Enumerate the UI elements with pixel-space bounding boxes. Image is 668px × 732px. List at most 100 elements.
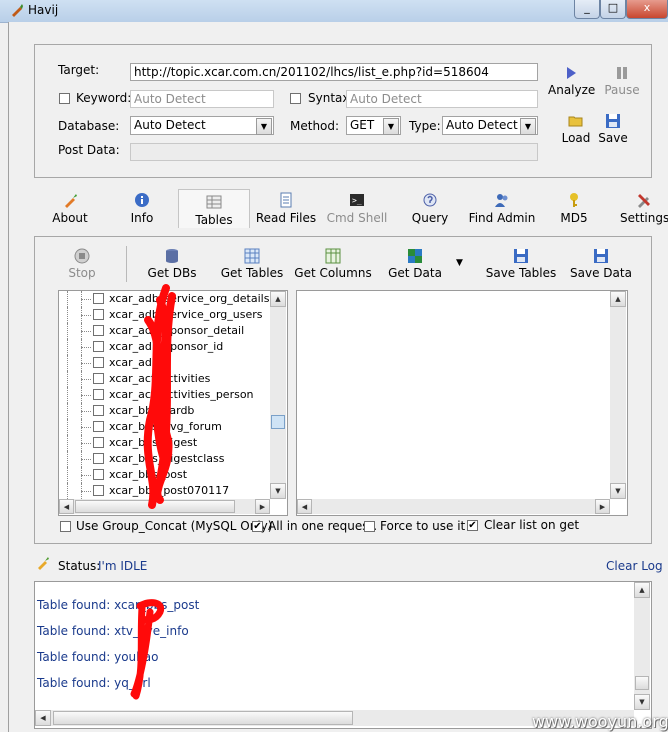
tab-cmd-shell-label: Cmd Shell	[326, 211, 388, 225]
pause-button[interactable]: Pause	[600, 65, 644, 97]
tree-item[interactable]: xcar_bbs_cardb	[59, 403, 269, 419]
save-data-label: Save Data	[570, 266, 632, 280]
tree-item[interactable]: xcar_act_activities	[59, 371, 269, 387]
scroll-right-arrow[interactable]: ▶	[255, 499, 270, 514]
columns-list[interactable]: ▲ ▼ ◀ ▶	[296, 290, 628, 516]
scroll-left-arrow[interactable]: ◀	[59, 499, 74, 514]
log-panel[interactable]: Table found: xcar_bbs_post Table found: …	[34, 581, 652, 729]
tree-item-checkbox[interactable]	[93, 389, 104, 400]
tree-connector	[81, 427, 91, 428]
tree-item-checkbox[interactable]	[93, 421, 104, 432]
tree-item-checkbox[interactable]	[93, 405, 104, 416]
tab-info[interactable]: Info	[122, 192, 162, 225]
tree-item[interactable]: xcar_bbs_digestclass	[59, 451, 269, 467]
close-button[interactable]: x	[626, 0, 668, 19]
scroll-right-arrow[interactable]: ▶	[595, 499, 610, 514]
force-use-checkbox[interactable]	[364, 521, 375, 532]
keyword-checkbox[interactable]	[59, 93, 70, 104]
get-dbs-button[interactable]: Get DBs	[144, 248, 200, 280]
carrot-icon	[62, 192, 78, 208]
tree-item-checkbox[interactable]	[93, 357, 104, 368]
log-vertical-scrollbar[interactable]: ▲ ▼	[634, 582, 650, 710]
database-select[interactable]: Auto Detect ▼	[130, 116, 274, 135]
get-tables-button[interactable]: Get Tables	[218, 248, 286, 280]
scroll-up-arrow[interactable]: ▲	[610, 291, 626, 307]
group-concat-checkbox[interactable]	[60, 521, 71, 532]
tree-item[interactable]: xcar_adb_service_org_details	[59, 291, 269, 307]
analyze-button[interactable]: Analyze	[548, 65, 595, 97]
tab-md5[interactable]: MD5	[556, 192, 592, 225]
keyword-input[interactable]: Auto Detect	[130, 90, 274, 108]
scroll-thumb[interactable]	[75, 500, 235, 513]
tab-query[interactable]: Query	[408, 192, 452, 225]
clear-list-checkbox[interactable]: ✔	[467, 520, 478, 531]
get-columns-button[interactable]: Get Columns	[294, 248, 372, 280]
scroll-down-arrow[interactable]: ▼	[634, 694, 650, 710]
tables-tree[interactable]: xcar_adb_service_org_details xcar_adb_ser…	[58, 290, 288, 516]
tree-item-checkbox[interactable]	[93, 341, 104, 352]
tree-item[interactable]: xcar_act_activities_person	[59, 387, 269, 403]
method-select[interactable]: GET ▼	[346, 116, 401, 135]
tab-find-admin[interactable]: Find Admin	[466, 192, 538, 225]
tree-item[interactable]: xcar_ad	[59, 355, 269, 371]
info-icon	[134, 192, 150, 208]
tab-settings[interactable]: Settings	[620, 192, 668, 225]
load-label: Load	[561, 131, 591, 145]
tree-item[interactable]: xcar_bbs_post070117	[59, 483, 269, 499]
get-data-button[interactable]: Get Data	[386, 248, 444, 280]
scroll-up-arrow[interactable]: ▲	[270, 291, 286, 307]
tab-tables[interactable]: Tables	[178, 189, 250, 228]
tree-item-checkbox[interactable]	[93, 469, 104, 480]
postdata-label: Post Data:	[58, 143, 120, 157]
database-select-value: Auto Detect	[134, 118, 206, 132]
type-select[interactable]: Auto Detect ▼	[442, 116, 538, 135]
syntax-checkbox[interactable]	[290, 93, 301, 104]
tree-item[interactable]: xcar_bbs_digest	[59, 435, 269, 451]
scroll-left-arrow[interactable]: ◀	[35, 710, 51, 726]
scroll-thumb[interactable]	[271, 415, 285, 429]
scroll-up-arrow[interactable]: ▲	[634, 582, 650, 598]
tools-icon	[636, 192, 652, 208]
syntax-input[interactable]: Auto Detect	[346, 90, 538, 108]
get-data-dropdown-arrow[interactable]: ▼	[456, 258, 463, 268]
maximize-button[interactable]: □	[600, 0, 626, 19]
save-data-button[interactable]: Save Data	[570, 248, 632, 280]
save-button[interactable]: Save	[596, 113, 630, 145]
tree-item[interactable]: xcar_adb_sponsor_id	[59, 339, 269, 355]
tab-cmd-shell[interactable]: >_ Cmd Shell	[324, 192, 390, 225]
tab-read-files[interactable]: Read Files	[254, 192, 318, 225]
tree-item-checkbox[interactable]	[93, 485, 104, 496]
scroll-left-arrow[interactable]: ◀	[297, 499, 312, 514]
load-button[interactable]: Load	[558, 113, 594, 145]
tree-item-checkbox[interactable]	[93, 293, 104, 304]
tree-item[interactable]: xcar_adb_sponsor_detail	[59, 323, 269, 339]
all-in-one-checkbox[interactable]: ✔	[252, 521, 263, 532]
scroll-thumb[interactable]	[635, 676, 649, 690]
tree-item-checkbox[interactable]	[93, 325, 104, 336]
minimize-button[interactable]: _	[574, 0, 600, 19]
stop-button[interactable]: Stop	[64, 248, 100, 280]
postdata-input[interactable]	[130, 143, 538, 161]
list-horizontal-scrollbar[interactable]: ◀ ▶	[297, 499, 610, 514]
clear-log-link[interactable]: Clear Log	[606, 559, 663, 573]
save-tables-button[interactable]: Save Tables	[484, 248, 558, 280]
tree-item-checkbox[interactable]	[93, 309, 104, 320]
tree-vertical-scrollbar[interactable]: ▲ ▼	[270, 291, 286, 499]
tree-item[interactable]: xcar_adb_service_org_users	[59, 307, 269, 323]
tree-item[interactable]: xcar_bbs_post	[59, 467, 269, 483]
tree-item-checkbox[interactable]	[93, 373, 104, 384]
havij-app-icon	[10, 3, 24, 20]
key-icon	[566, 192, 582, 208]
tree-item-checkbox[interactable]	[93, 453, 104, 464]
scroll-down-arrow[interactable]: ▼	[270, 483, 286, 499]
tree-horizontal-scrollbar[interactable]: ◀ ▶	[59, 499, 270, 514]
type-select-value: Auto Detect	[446, 118, 518, 132]
list-vertical-scrollbar[interactable]: ▲ ▼	[610, 291, 626, 499]
scroll-down-arrow[interactable]: ▼	[610, 483, 626, 499]
scroll-thumb[interactable]	[53, 711, 353, 725]
tree-item[interactable]: xcar_bbs_avg_forum	[59, 419, 269, 435]
target-url-input[interactable]: http://topic.xcar.com.cn/201102/lhcs/lis…	[130, 63, 538, 81]
tab-about[interactable]: About	[48, 192, 92, 225]
tree-connector	[67, 403, 68, 419]
tree-item-checkbox[interactable]	[93, 437, 104, 448]
